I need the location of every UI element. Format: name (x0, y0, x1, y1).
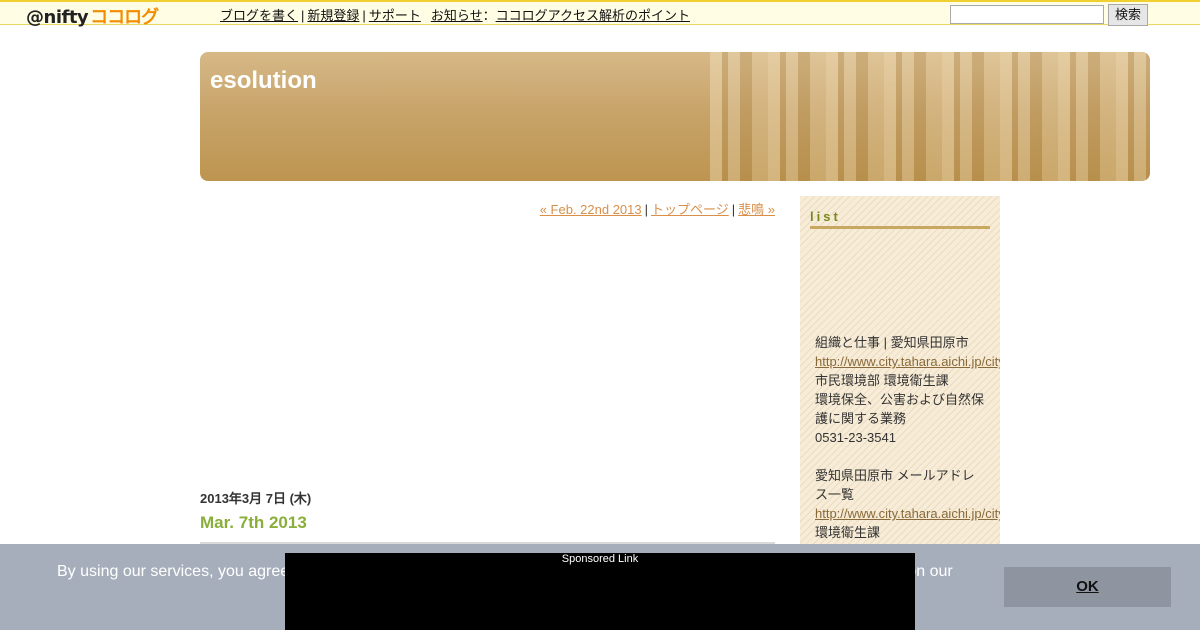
sponsored-link-label: Sponsored Link (561, 553, 639, 565)
sidebar-text-line: 環境衛生課 (815, 525, 881, 540)
sidebar-title: list (810, 209, 841, 224)
sidebar: list 組織と仕事 | 愛知県田原市 http://www.city.tahar… (800, 196, 1000, 556)
banner-stripes-decoration (710, 52, 1150, 181)
prev-post-link[interactable]: « Feb. 22nd 2013 (540, 202, 642, 217)
sidebar-list-content: 組織と仕事 | 愛知県田原市 http://www.city.tahara.aic… (815, 333, 1000, 542)
cookie-message-left: By using our services, you agree (57, 563, 290, 580)
news-item-link[interactable]: ココログアクセス解析のポイント (496, 8, 690, 23)
blog-header-banner: esolution (200, 52, 1150, 181)
sponsored-ad[interactable]: Sponsored Link (285, 553, 915, 630)
register-link[interactable]: 新規登録 (307, 8, 359, 23)
logo-cocolog-text: ココログ (90, 7, 159, 28)
post-navigation: « Feb. 22nd 2013 | トップページ | 悲鳴 » (200, 199, 775, 218)
sidebar-text-line: 環境保全、公害および自然保 (815, 392, 985, 407)
blog-title[interactable]: esolution (210, 67, 317, 95)
sidebar-link[interactable]: http://www.city.tahara.aichi.jp/city/ (815, 504, 1000, 523)
news-label-link[interactable]: お知らせ (431, 8, 483, 23)
sidebar-text-line (815, 447, 1000, 466)
cookie-ok-button[interactable]: OK (1004, 567, 1171, 607)
nav-separator: | (301, 8, 305, 23)
entry-date: 2013年3月 7日 (木) (200, 491, 312, 506)
sidebar-text-line: 0531-23-3541 (815, 430, 896, 445)
sidebar-title-rule (810, 226, 990, 229)
nifty-cocolog-logo[interactable]: @nifty ココログ (26, 3, 159, 28)
entry-title: Mar. 7th 2013 (200, 513, 307, 532)
postnav-separator: | (731, 202, 736, 217)
nifty-topbar: @nifty ココログ ブログを書く | 新規登録 | サポート お知らせ：ココログアクセ… (0, 0, 1200, 28)
news-colon: ： (482, 8, 496, 23)
search-input[interactable] (950, 5, 1104, 24)
search-button[interactable]: 検索 (1108, 4, 1148, 26)
support-link[interactable]: サポート (369, 8, 421, 23)
sidebar-link[interactable]: http://www.city.tahara.aichi.jp/city/ (815, 352, 1000, 371)
sidebar-text-line: 愛知県田原市 メールアドレ (815, 468, 975, 483)
write-blog-link[interactable]: ブログを書く (220, 8, 298, 23)
top-page-link[interactable]: トップページ (651, 202, 729, 217)
sidebar-text-line: 組織と仕事 | 愛知県田原市 (815, 335, 969, 350)
sidebar-text-line: 市民環境部 環境衛生課 (815, 373, 949, 388)
nav-separator: | (362, 8, 366, 23)
next-post-link[interactable]: 悲鳴 » (738, 202, 775, 217)
sidebar-text-line: ス一覧 (815, 487, 855, 502)
sidebar-text-line: 護に関する業務 (815, 411, 907, 426)
logo-nifty-text: @nifty (26, 7, 89, 28)
postnav-separator: | (644, 202, 649, 217)
topbar-nav: ブログを書く | 新規登録 | サポート お知らせ：ココログアクセス解析のポイント (220, 5, 690, 24)
